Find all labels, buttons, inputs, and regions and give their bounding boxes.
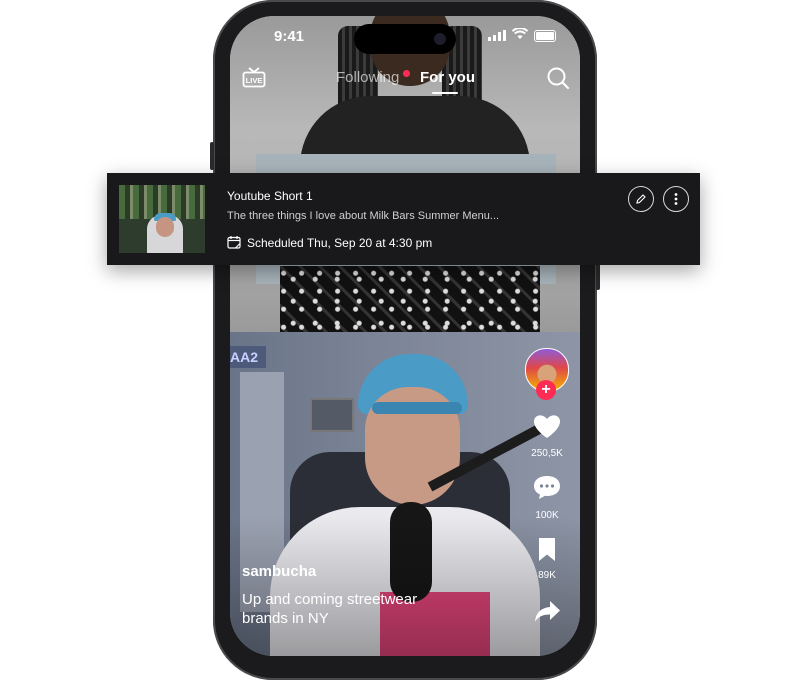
mute-switch bbox=[210, 142, 214, 170]
tab-for-you[interactable]: For you bbox=[420, 69, 475, 86]
status-bar: 9:41 bbox=[230, 16, 580, 56]
more-options-button[interactable] bbox=[663, 186, 689, 212]
bookmark-icon[interactable] bbox=[522, 536, 572, 562]
post-title: Youtube Short 1 bbox=[227, 189, 313, 203]
wall-sign: AA2 bbox=[230, 346, 266, 368]
wall-frame bbox=[310, 398, 354, 432]
save-count: 89K bbox=[538, 570, 556, 581]
search-icon[interactable] bbox=[546, 66, 570, 90]
thumbnail-face bbox=[156, 217, 174, 237]
calendar-icon bbox=[227, 236, 241, 249]
tab-following[interactable]: Following bbox=[336, 69, 399, 86]
more-vertical-icon bbox=[674, 193, 678, 205]
follow-button[interactable]: + bbox=[536, 380, 556, 400]
share-icon[interactable] bbox=[522, 598, 572, 624]
wifi-icon bbox=[512, 28, 528, 39]
schedule-text: Scheduled Thu, Sep 20 at 4:30 pm bbox=[247, 236, 433, 250]
video-figure-sweater bbox=[280, 266, 540, 336]
cap-brim bbox=[372, 402, 462, 414]
following-notification-dot bbox=[403, 70, 410, 77]
pencil-icon bbox=[636, 194, 646, 204]
post-thumbnail bbox=[119, 185, 205, 253]
comment-count: 100K bbox=[535, 510, 559, 521]
phone-screen: AA2 9:41 LIVE Following For you sambucha… bbox=[230, 16, 580, 656]
like-count: 250,5K bbox=[531, 448, 563, 459]
battery-icon bbox=[534, 30, 556, 42]
live-icon[interactable]: LIVE bbox=[242, 66, 266, 88]
post-description: The three things I love about Milk Bars … bbox=[227, 210, 500, 222]
edit-button[interactable] bbox=[628, 186, 654, 212]
svg-text:LIVE: LIVE bbox=[246, 76, 263, 85]
active-tab-indicator bbox=[432, 92, 458, 94]
heart-icon[interactable] bbox=[522, 412, 572, 440]
video-username[interactable]: sambucha bbox=[242, 563, 316, 580]
signal-icon bbox=[488, 30, 506, 41]
video-caption: Up and coming streetwear brands in NY bbox=[242, 591, 418, 627]
status-time: 9:41 bbox=[274, 28, 305, 45]
scheduled-post-card[interactable]: Youtube Short 1 The three things I love … bbox=[107, 173, 700, 265]
camera-dot bbox=[434, 33, 446, 45]
comment-icon[interactable] bbox=[522, 474, 572, 500]
schedule-info: Scheduled Thu, Sep 20 at 4:30 pm bbox=[227, 235, 432, 252]
dynamic-island bbox=[354, 24, 456, 54]
